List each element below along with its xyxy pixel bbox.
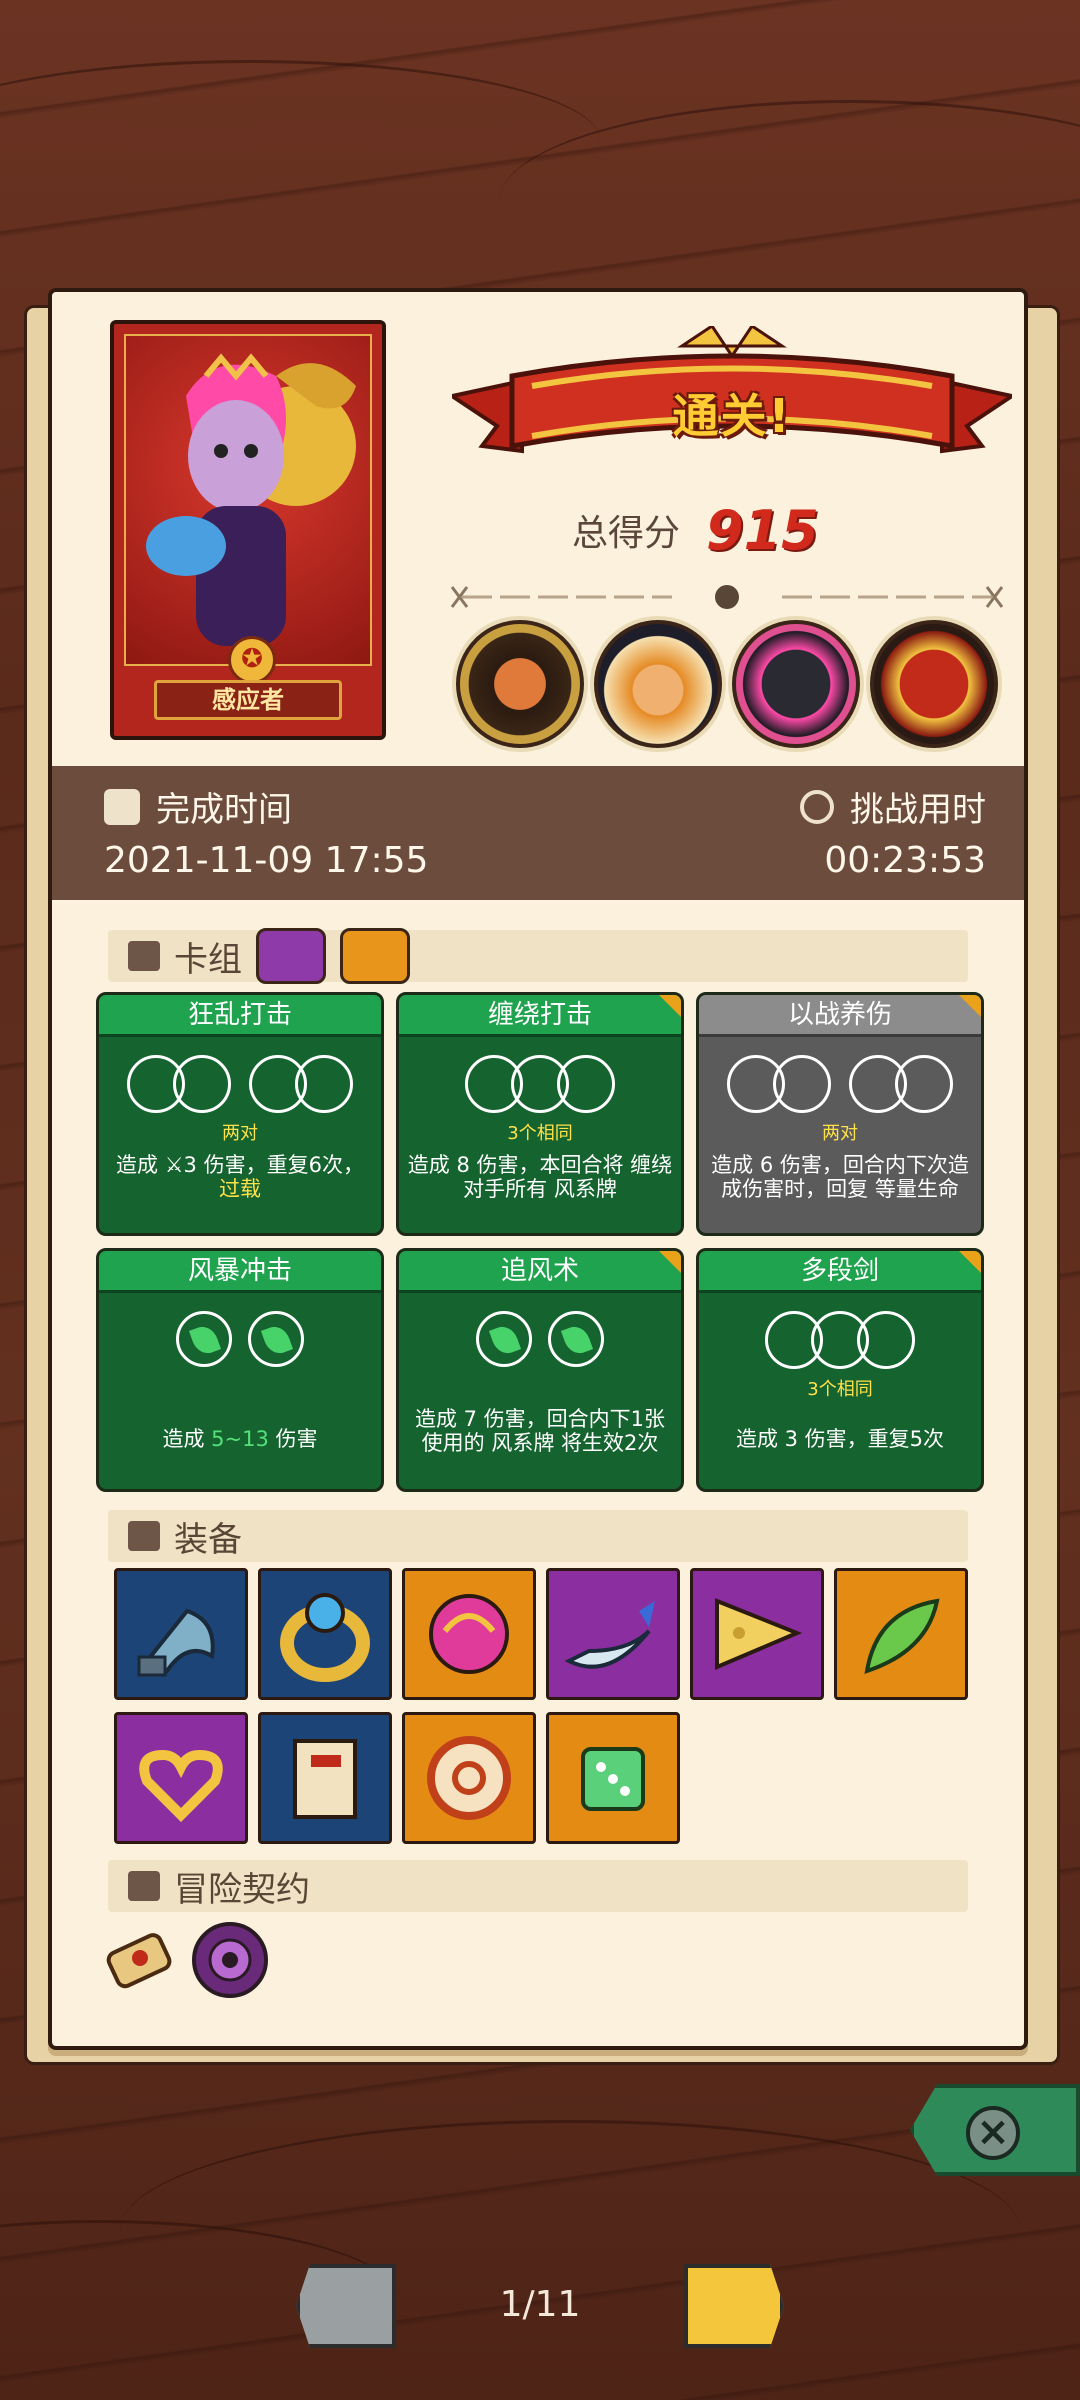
monk-boss-icon xyxy=(594,620,722,748)
card-description: 造成 5~13 伤害 xyxy=(162,1427,318,1451)
time-bar: 完成时间 挑战用时 2021-11-09 17:55 00:23:53 xyxy=(52,766,1024,900)
result-panel: ✪ 感应者 通关! 总得分 915 完成时间 挑战用时 2021-11-09 1… xyxy=(48,288,1028,2050)
wind-leaf-icon xyxy=(476,1311,532,1367)
skill-card-entangle-strike[interactable]: 缠绕打击 3个相同 造成 8 伤害，本回合将 缠绕对手所有 风系牌 xyxy=(396,992,684,1236)
axe-head-icon[interactable] xyxy=(114,1568,248,1700)
heart-necklace-icon[interactable] xyxy=(114,1712,248,1844)
card-combo: 两对 xyxy=(822,1123,858,1144)
contract-items xyxy=(100,1918,272,2002)
card-title: 狂乱打击 xyxy=(99,995,381,1037)
gold-coin-icon[interactable] xyxy=(402,1712,536,1844)
card-description: 造成 7 伤害，回合内下1张使用的 风系牌 将生效2次 xyxy=(414,1407,666,1455)
card-combo: 3个相同 xyxy=(507,1123,573,1144)
total-score-label: 总得分 xyxy=(572,513,681,554)
skill-card-multi-sword[interactable]: 多段剑 3个相同 造成 3 伤害，重复5次 xyxy=(696,1248,984,1492)
person-icon xyxy=(128,1871,160,1901)
dice-slots xyxy=(699,1055,981,1117)
card-title: 追风术 xyxy=(399,1251,681,1293)
card-description: 造成 3 伤害，重复5次 xyxy=(735,1427,945,1451)
card-combo: 3个相同 xyxy=(807,1379,873,1400)
skill-card-frenzy-strike[interactable]: 狂乱打击 两对 造成 ⚔3 伤害，重复6次， 过载 xyxy=(96,992,384,1236)
deck-section-header: 卡组 xyxy=(108,928,968,984)
dice-slots xyxy=(399,1055,681,1117)
defeated-bosses xyxy=(456,620,998,748)
wind-slots xyxy=(99,1311,381,1373)
hero-medal-icon: ✪ xyxy=(228,636,276,684)
card-description: 造成 ⚔3 伤害，重复6次， 过载 xyxy=(116,1153,364,1201)
hero-portrait xyxy=(124,334,372,666)
completion-time-label: 完成时间 xyxy=(156,790,292,830)
total-score-value: 915 xyxy=(706,498,819,562)
box-icon xyxy=(128,1521,160,1551)
scroll-icon[interactable] xyxy=(258,1712,392,1844)
contract-label: 冒险契约 xyxy=(174,1869,310,1910)
card-title: 缠绕打击 xyxy=(399,995,681,1037)
scroll-contract-icon[interactable] xyxy=(100,1918,180,1998)
contract-section-header: 冒险契约 xyxy=(108,1860,968,1912)
calendar-icon xyxy=(104,788,140,825)
wind-slots xyxy=(399,1311,681,1373)
deck-label: 卡组 xyxy=(174,939,242,980)
card-title: 多段剑 xyxy=(699,1251,981,1293)
close-icon[interactable]: × xyxy=(966,2106,1020,2160)
pink-orb-icon[interactable] xyxy=(402,1568,536,1700)
card-title: 风暴冲击 xyxy=(99,1251,381,1293)
gold-ring-icon[interactable] xyxy=(258,1568,392,1700)
wind-leaf-icon xyxy=(548,1311,604,1367)
sword-icon: ⚔ xyxy=(164,1153,184,1177)
next-page-button[interactable] xyxy=(684,2264,784,2348)
purple-eye-tag-icon[interactable] xyxy=(256,928,326,984)
dice-slots xyxy=(699,1311,981,1373)
dark-knight-boss-icon xyxy=(732,620,860,748)
skill-card-storm-impact[interactable]: 风暴冲击 造成 5~13 伤害 xyxy=(96,1248,384,1492)
challenge-duration-value: 00:23:53 xyxy=(824,840,986,881)
equipment-section-header: 装备 xyxy=(108,1510,968,1562)
hero-card: ✪ 感应者 xyxy=(110,320,386,740)
stopwatch-icon xyxy=(800,789,834,824)
purple-eye-contract-icon[interactable] xyxy=(188,1918,272,2002)
page-indicator: 1/11 xyxy=(499,2284,581,2325)
red-demon-boss-icon xyxy=(870,620,998,748)
crescent-blade-icon[interactable] xyxy=(546,1568,680,1700)
green-feather-icon[interactable] xyxy=(834,1568,968,1700)
card-combo: 两对 xyxy=(222,1123,258,1144)
wind-spiral-tag-icon[interactable] xyxy=(340,928,410,984)
total-score-row: 总得分 915 xyxy=(572,498,819,562)
skill-card-heal-by-battle[interactable]: 以战养伤 两对 造成 6 伤害，回合内下次造成伤害时，回复 等量生命 xyxy=(696,992,984,1236)
cards-icon xyxy=(128,941,160,971)
card-title: 以战养伤 xyxy=(699,995,981,1037)
victory-banner: 通关! xyxy=(446,323,1018,476)
previous-page-button[interactable] xyxy=(296,2264,396,2348)
hero-name: 感应者 xyxy=(154,680,342,720)
wind-leaf-icon xyxy=(248,1311,304,1367)
clear-title: 通关! xyxy=(672,389,792,443)
boss-divider xyxy=(450,585,1004,609)
skill-card-chase-wind[interactable]: 追风术 造成 7 伤害，回合内下1张使用的 风系牌 将生效2次 xyxy=(396,1248,684,1492)
equipment-label: 装备 xyxy=(174,1519,242,1560)
card-description: 造成 6 伤害，回合内下次造成伤害时，回复 等量生命 xyxy=(711,1153,969,1201)
dice-slots xyxy=(99,1055,381,1117)
wind-leaf-icon xyxy=(176,1311,232,1367)
cheese-wedge-icon[interactable] xyxy=(690,1568,824,1700)
card-description: 造成 8 伤害，本回合将 缠绕对手所有 风系牌 xyxy=(407,1153,673,1201)
green-dice-icon[interactable] xyxy=(546,1712,680,1844)
cyclops-boss-icon xyxy=(456,620,584,748)
challenge-duration-label: 挑战用时 xyxy=(850,790,986,830)
completion-time-value: 2021-11-09 17:55 xyxy=(104,840,429,881)
